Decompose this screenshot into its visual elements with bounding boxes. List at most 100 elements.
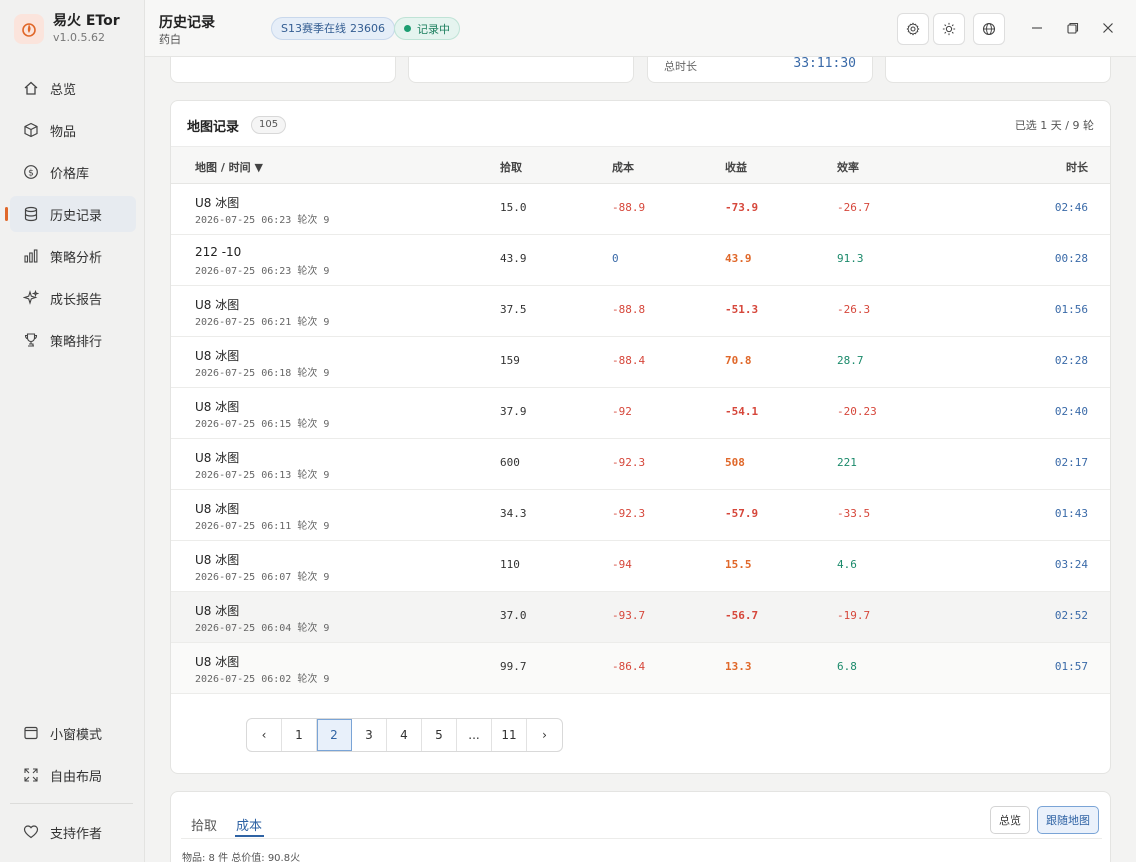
row-time: 2026-07-25 06:23 轮次 9 <box>195 215 330 226</box>
row-time: 2026-07-25 06:18 轮次 9 <box>195 368 330 379</box>
row-pick: 159 <box>500 354 520 367</box>
row-gain: -73.9 <box>725 201 759 214</box>
row-duration: 01:56 <box>1054 303 1088 316</box>
row-time: 2026-07-25 06:15 轮次 9 <box>195 419 330 430</box>
row-pick: 110 <box>500 558 520 571</box>
page-button-current[interactable]: 2 <box>317 719 352 751</box>
col-duration[interactable]: 时长 <box>1066 159 1088 175</box>
sidebar-item-history[interactable]: 历史记录 <box>5 196 136 232</box>
minimize-button[interactable] <box>1026 17 1048 39</box>
page-subtitle: 药白 <box>159 33 181 46</box>
box-icon <box>22 121 40 139</box>
sidebar-item-support[interactable]: 支持作者 <box>10 814 136 850</box>
row-pick: 99.7 <box>500 660 527 673</box>
sidebar-item-free-layout[interactable]: 自由布局 <box>10 757 136 793</box>
sidebar-item-overview[interactable]: 总览 <box>10 70 136 106</box>
row-gain: 43.9 <box>725 252 752 265</box>
row-duration: 01:57 <box>1054 660 1088 673</box>
sidebar-item-growth[interactable]: 成长报告 <box>10 280 136 316</box>
window-icon <box>22 724 40 742</box>
main-content: 总时长 33:11:30 地图记录 105 已选 1 天 / 9 轮 地图 / … <box>145 57 1136 862</box>
tab-cost[interactable]: 成本 <box>236 815 262 834</box>
next-page-button[interactable]: › <box>527 719 562 751</box>
table-row[interactable]: 212 -10 2026-07-25 06:23 轮次 9 43.9 0 43.9 91.… <box>171 235 1110 286</box>
table-row[interactable]: U8 冰图 2026-07-25 06:11 轮次 9 34.3 -92.3 -57.9… <box>171 490 1110 541</box>
row-duration: 02:52 <box>1054 609 1088 622</box>
trophy-icon <box>22 331 40 349</box>
tab-pick[interactable]: 拾取 <box>191 815 217 834</box>
row-map-name: U8 冰图 <box>195 196 240 210</box>
row-pick: 43.9 <box>500 252 527 265</box>
page-ellipsis[interactable]: ... <box>457 719 492 751</box>
col-map-time[interactable]: 地图 / 时间 ▼ <box>195 159 263 175</box>
detail-summary: 物品: 8 件 总价值: 90.8火 <box>182 853 301 862</box>
col-gain[interactable]: 收益 <box>725 159 747 175</box>
row-gain: -56.7 <box>725 609 759 622</box>
row-pick: 15.0 <box>500 201 527 214</box>
row-gain: -54.1 <box>725 405 759 418</box>
sidebar-item-label: 自由布局 <box>50 769 103 785</box>
col-pick[interactable]: 拾取 <box>500 159 522 175</box>
table-row[interactable]: U8 冰图 2026-07-25 06:07 轮次 9 110 -94 15.5 4.6 0… <box>171 541 1110 592</box>
table-row[interactable]: U8 冰图 2026-07-25 06:04 轮次 9 37.0 -93.7 -56.7… <box>171 592 1110 643</box>
page-button[interactable]: 1 <box>282 719 317 751</box>
follow-map-button[interactable]: 跟随地图 <box>1037 806 1099 834</box>
language-button[interactable] <box>973 13 1005 45</box>
card-title: 地图记录 <box>187 120 240 135</box>
row-map-name: U8 冰图 <box>195 655 240 669</box>
col-cost[interactable]: 成本 <box>612 159 634 175</box>
heart-icon <box>22 823 40 841</box>
sidebar-item-items[interactable]: 物品 <box>10 112 136 148</box>
restore-button[interactable] <box>1062 17 1084 39</box>
col-eff[interactable]: 效率 <box>837 159 859 175</box>
sidebar-item-label: 策略分析 <box>50 250 103 266</box>
row-map-name: U8 冰图 <box>195 400 240 414</box>
globe-icon <box>982 22 996 36</box>
row-time: 2026-07-25 06:04 轮次 9 <box>195 623 330 634</box>
sidebar-item-prices[interactable]: $ 价格库 <box>10 154 136 190</box>
record-count-badge: 105 <box>251 116 287 134</box>
page-button[interactable]: 4 <box>387 719 422 751</box>
theme-button[interactable] <box>933 13 965 45</box>
pagination: ‹ 1 2 3 4 5 ... 11 › <box>246 718 563 752</box>
stat-value: 33:11:30 <box>793 57 856 71</box>
table-row[interactable]: U8 冰图 2026-07-25 06:18 轮次 9 159 -88.4 70.8 28… <box>171 337 1110 388</box>
row-pick: 37.9 <box>500 405 527 418</box>
page-title: 历史记录 <box>159 15 215 31</box>
row-map-name: U8 冰图 <box>195 553 240 567</box>
row-cost: -94 <box>612 558 632 571</box>
sidebar-item-mini-window[interactable]: 小窗模式 <box>10 715 136 751</box>
sidebar-item-label: 支持作者 <box>50 826 103 842</box>
detail-card: 拾取 成本 总览 跟随地图 物品: 8 件 总价值: 90.8火 <box>170 791 1111 862</box>
overview-button[interactable]: 总览 <box>990 806 1030 834</box>
settings-button[interactable] <box>897 13 929 45</box>
row-efficiency: 28.7 <box>837 354 864 367</box>
table-row[interactable]: U8 冰图 2026-07-25 06:21 轮次 9 37.5 -88.8 -51.3… <box>171 286 1110 337</box>
row-cost: -93.7 <box>612 609 646 622</box>
row-time: 2026-07-25 06:13 轮次 9 <box>195 470 330 481</box>
page-button[interactable]: 5 <box>422 719 457 751</box>
header: 历史记录 药白 S13赛季在线 23606 记录中 <box>145 0 1136 57</box>
page-button[interactable]: 11 <box>492 719 527 751</box>
row-cost: -92.3 <box>612 507 646 520</box>
sidebar-item-ranking[interactable]: 策略排行 <box>10 322 136 358</box>
table-row[interactable]: U8 冰图 2026-07-25 06:15 轮次 9 37.9 -92 -54.1 -2… <box>171 388 1110 439</box>
table-row[interactable]: U8 冰图 2026-07-25 06:23 轮次 9 15.0 -88.9 -73.9… <box>171 184 1110 235</box>
sidebar-item-label: 策略排行 <box>50 334 103 350</box>
row-efficiency: -19.7 <box>837 609 871 622</box>
row-map-name: U8 冰图 <box>195 451 240 465</box>
page-button[interactable]: 3 <box>352 719 387 751</box>
table-row[interactable]: U8 冰图 2026-07-25 06:13 轮次 9 600 -92.3 508 221… <box>171 439 1110 490</box>
sidebar-item-strategy[interactable]: 策略分析 <box>10 238 136 274</box>
stat-card-total-time: 总时长 33:11:30 <box>647 57 873 83</box>
row-cost: -88.8 <box>612 303 646 316</box>
row-cost: -88.4 <box>612 354 646 367</box>
active-tab-indicator <box>235 835 264 837</box>
row-efficiency: 221 <box>837 456 857 469</box>
table-row[interactable]: U8 冰图 2026-07-25 06:02 轮次 9 99.7 -86.4 13.3 6… <box>171 643 1110 694</box>
database-icon <box>22 205 40 223</box>
row-map-name: 212 -10 <box>195 245 242 259</box>
prev-page-button[interactable]: ‹ <box>247 719 282 751</box>
row-duration: 03:24 <box>1054 558 1088 571</box>
close-button[interactable] <box>1097 17 1119 39</box>
